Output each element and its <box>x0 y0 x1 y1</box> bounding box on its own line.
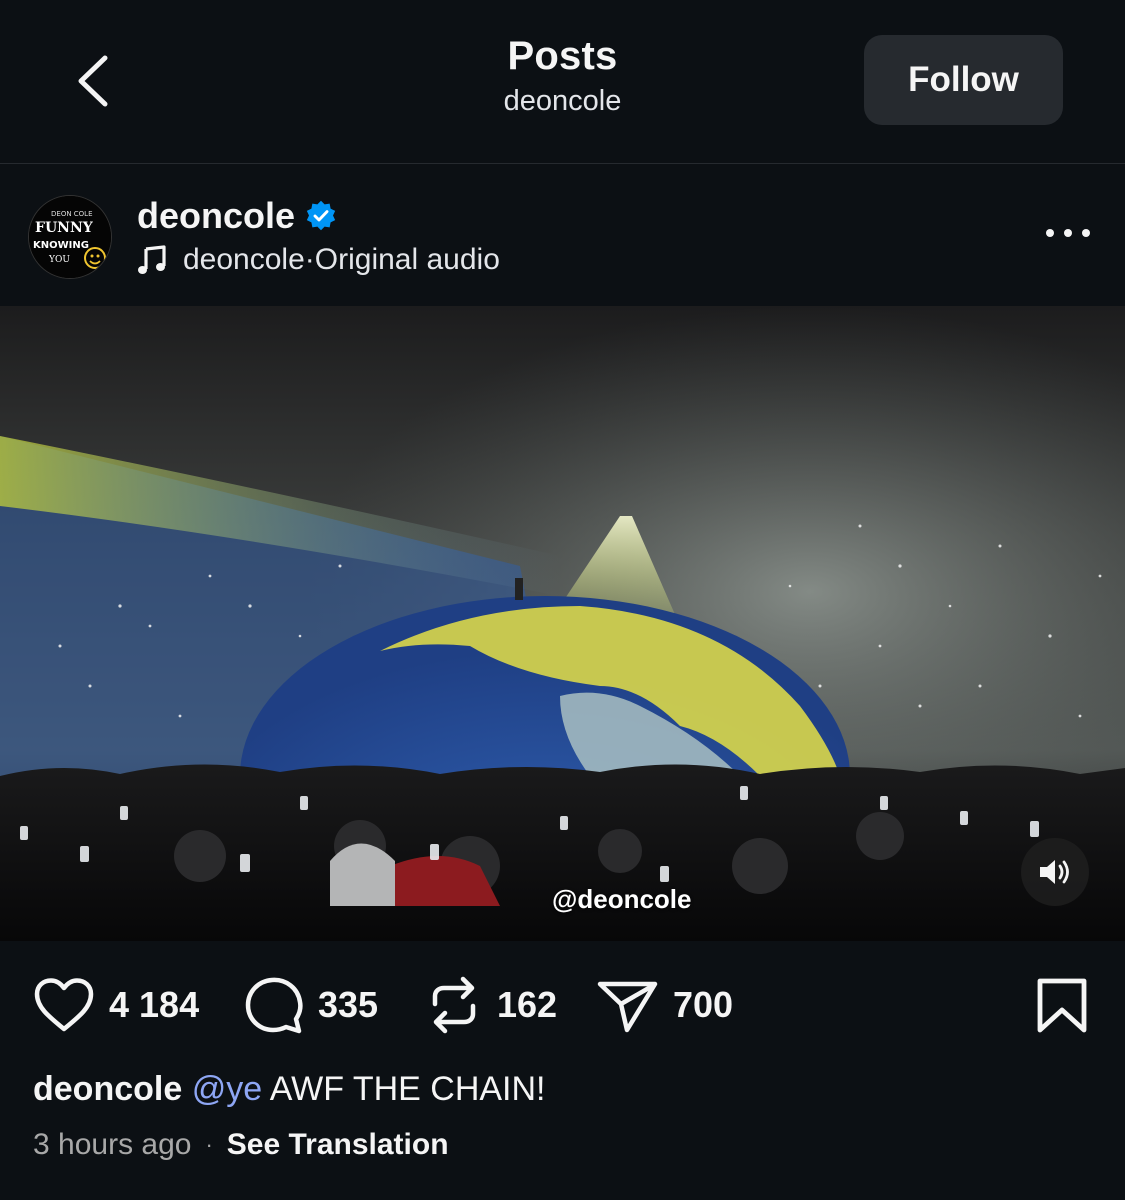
save-button[interactable] <box>1034 978 1090 1039</box>
username-text: deoncole <box>137 195 296 236</box>
share-button[interactable]: 700 <box>597 970 733 1040</box>
post-username[interactable]: deoncole <box>137 195 337 237</box>
caption-text: AWF THE CHAIN! <box>262 1070 546 1108</box>
audio-link[interactable]: deoncole · Original audio <box>137 243 500 277</box>
post-meta: 3 hours ago · See Translation <box>33 1128 449 1162</box>
more-options-button[interactable] <box>1040 218 1096 248</box>
share-count: 700 <box>673 984 734 1025</box>
post-header: DEON COLE FUNNY KNOWING YOU deoncole deo… <box>0 165 1125 306</box>
avatar-text-1: DEON COLE <box>51 210 93 218</box>
video-watermark: @deoncole <box>552 884 692 914</box>
send-icon <box>597 981 658 1033</box>
like-button[interactable]: 4 184 <box>33 970 199 1040</box>
post-caption: deoncole @ye AWF THE CHAIN! <box>33 1070 546 1109</box>
bookmark-icon <box>1037 978 1087 1033</box>
meta-separator: · <box>205 1132 213 1157</box>
avatar-image: DEON COLE FUNNY KNOWING YOU <box>29 196 111 278</box>
comment-count: 335 <box>318 984 379 1025</box>
audio-artist: deoncole <box>183 243 305 276</box>
concert-scene-image <box>0 306 1125 941</box>
top-bar: Posts deoncole Follow <box>0 0 1125 164</box>
music-note-icon <box>138 245 166 274</box>
caption-username[interactable]: deoncole <box>33 1070 182 1108</box>
caption-mention[interactable]: @ye <box>192 1070 262 1108</box>
repost-count: 162 <box>497 984 558 1025</box>
follow-button[interactable]: Follow <box>864 35 1063 125</box>
post-video[interactable]: @deoncole <box>0 306 1125 941</box>
see-translation-link[interactable]: See Translation <box>227 1128 449 1162</box>
comment-button[interactable]: 335 <box>244 970 378 1040</box>
audio-separator: · <box>304 243 315 276</box>
comment-icon <box>245 977 303 1034</box>
verified-badge-icon <box>306 200 336 231</box>
avatar-text-3: KNOWING <box>33 240 89 251</box>
speaker-icon <box>1040 860 1069 884</box>
avatar[interactable]: DEON COLE FUNNY KNOWING YOU <box>28 195 112 279</box>
repost-icon <box>432 976 476 1034</box>
avatar-text-2: FUNNY <box>35 220 94 236</box>
more-dot <box>1064 229 1072 237</box>
more-dot <box>1082 229 1090 237</box>
avatar-text-4: YOU <box>48 255 70 265</box>
post-actions: 4 184 335 162 700 <box>0 970 1125 1040</box>
mute-toggle-button[interactable] <box>1021 838 1089 906</box>
post-timestamp: 3 hours ago <box>33 1128 192 1161</box>
more-dot <box>1046 229 1054 237</box>
audio-label: Original audio <box>314 243 500 276</box>
like-count: 4 184 <box>109 984 200 1025</box>
repost-button[interactable]: 162 <box>425 970 557 1040</box>
heart-icon <box>34 978 94 1032</box>
